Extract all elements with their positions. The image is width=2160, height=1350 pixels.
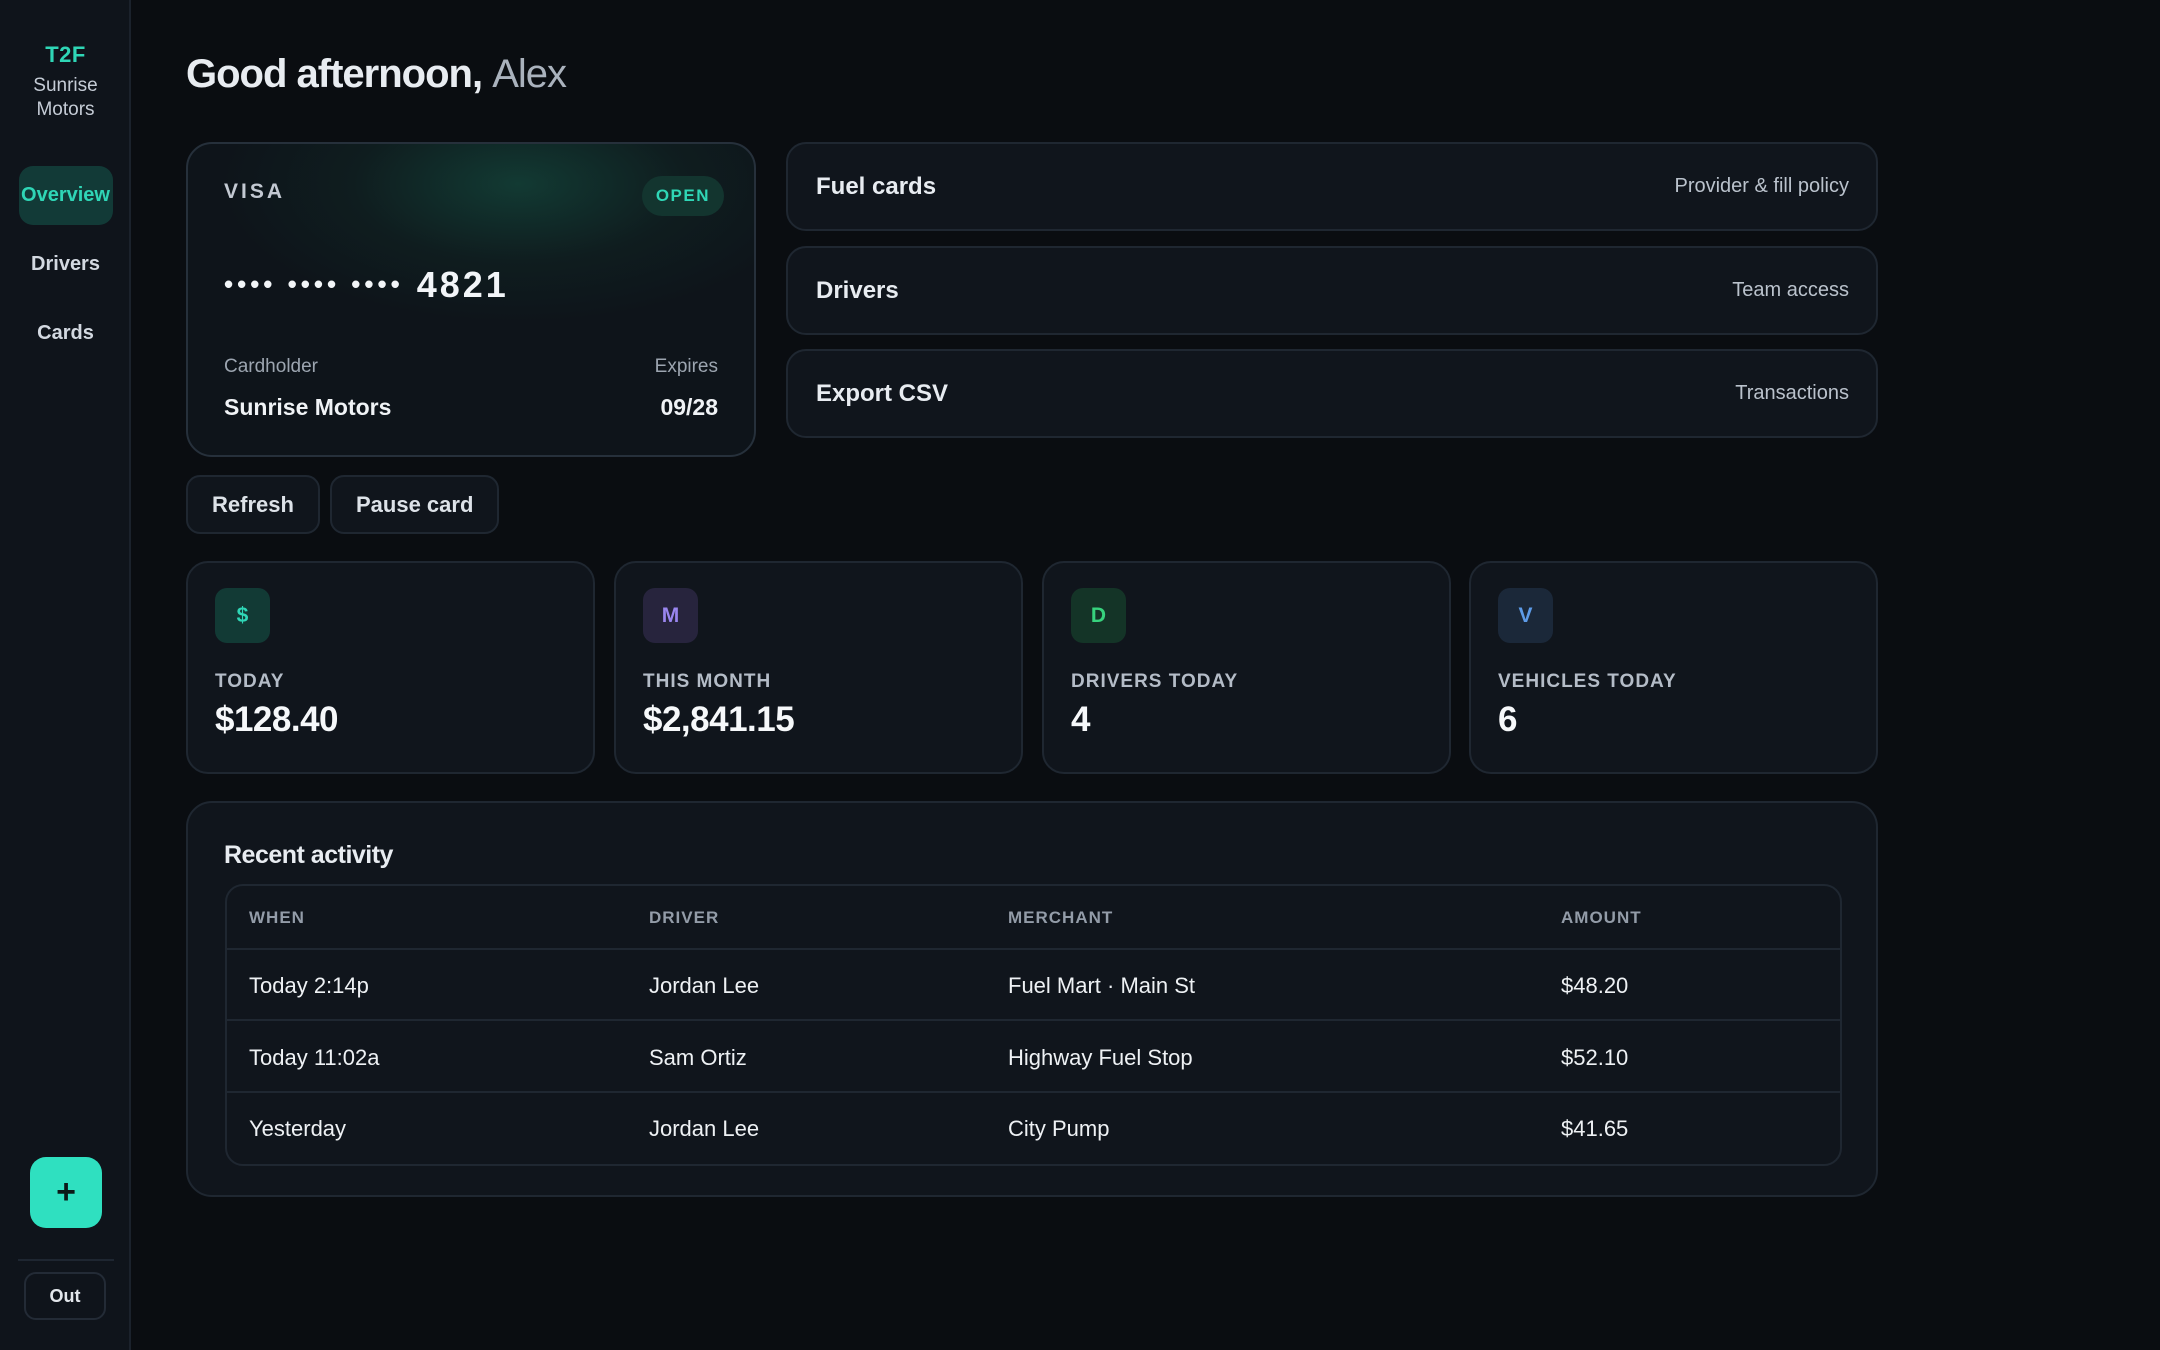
column-header-amount[interactable]: AMOUNT xyxy=(1561,886,1642,950)
cell-driver: Jordan Lee xyxy=(649,973,760,998)
card-number-last4: 4821 xyxy=(416,264,509,305)
stat-label: DRIVERS TODAY xyxy=(1071,671,1239,692)
cell-driver: Jordan Lee xyxy=(649,1116,760,1141)
quick-link-fuel-cards[interactable]: Fuel cards Provider & fill policy xyxy=(786,142,1878,231)
expires-label: Expires xyxy=(654,356,718,377)
quick-link-export-csv[interactable]: Export CSV Transactions xyxy=(786,349,1878,438)
payment-card[interactable]: VISA OPEN •••• •••• •••• 4821 Cardholder… xyxy=(186,142,756,457)
app-root: T2F Sunrise Motors Overview Drivers Card… xyxy=(0,0,2160,1350)
stat-value: $128.40 xyxy=(215,700,339,739)
cell-merchant: Fuel Mart · Main St xyxy=(1008,973,1196,998)
activity-table: WHEN DRIVER MERCHANT AMOUNT Today 2:14p … xyxy=(225,884,1842,1166)
cell-when: Yesterday xyxy=(249,1116,347,1141)
cardholder-name: Sunrise Motors xyxy=(224,394,392,420)
column-header-driver[interactable]: DRIVER xyxy=(649,886,719,950)
cell-merchant: City Pump xyxy=(1008,1116,1110,1141)
cell-when: Today 11:02a xyxy=(249,1045,380,1070)
stat-label: THIS MONTH xyxy=(643,671,772,692)
cell-amount: $52.10 xyxy=(1561,1045,1629,1070)
sidebar-item-drivers[interactable]: Drivers xyxy=(19,235,113,294)
logout-button[interactable]: Out xyxy=(24,1272,106,1320)
stat-label: TODAY xyxy=(215,671,285,692)
column-header-merchant[interactable]: MERCHANT xyxy=(1008,886,1113,950)
greeting-name: Alex xyxy=(492,52,567,96)
stat-value: 4 xyxy=(1071,700,1090,739)
plus-icon: + xyxy=(56,1173,76,1211)
stat-card-today: $ TODAY $128.40 xyxy=(186,561,595,774)
brand: T2F Sunrise Motors xyxy=(0,42,131,122)
pause-card-button[interactable]: Pause card xyxy=(330,475,500,534)
brand-name-line2: Motors xyxy=(36,99,95,120)
table-row[interactable]: Today 2:14p Jordan Lee Fuel Mart · Main … xyxy=(227,950,1840,1021)
brand-name-line1: Sunrise xyxy=(33,75,98,96)
quick-link-title: Fuel cards xyxy=(816,173,937,200)
sidebar-item-cards[interactable]: Cards xyxy=(19,304,113,363)
brand-name: Sunrise Motors xyxy=(0,74,131,122)
greeting-prefix: Good afternoon, xyxy=(186,52,483,96)
card-number-masked: •••• •••• •••• xyxy=(224,269,404,299)
sidebar-item-overview[interactable]: Overview xyxy=(18,166,113,225)
cardholder-label: Cardholder xyxy=(224,356,318,377)
table-row[interactable]: Today 11:02a Sam Ortiz Highway Fuel Stop… xyxy=(227,1022,1840,1093)
recent-activity-title: Recent activity xyxy=(224,841,393,869)
sidebar-nav: Overview Drivers Cards xyxy=(0,166,131,373)
card-status-badge: OPEN xyxy=(641,176,724,216)
quick-link-title: Export CSV xyxy=(816,380,949,407)
quick-link-subtitle: Team access xyxy=(1732,279,1849,301)
brand-logo: T2F xyxy=(45,42,86,67)
cell-when: Today 2:14p xyxy=(249,973,369,998)
stat-card-drivers-today: D DRIVERS TODAY 4 xyxy=(1042,561,1451,774)
vehicle-icon: V xyxy=(1498,588,1553,643)
cell-merchant: Highway Fuel Stop xyxy=(1008,1045,1193,1070)
quick-link-drivers[interactable]: Drivers Team access xyxy=(786,246,1878,335)
stat-card-vehicles-today: V VEHICLES TODAY 6 xyxy=(1469,561,1878,774)
quick-link-title: Drivers xyxy=(816,277,899,304)
cell-amount: $48.20 xyxy=(1561,973,1629,998)
expires-value: 09/28 xyxy=(660,394,718,420)
month-icon: M xyxy=(643,588,698,643)
sidebar-divider xyxy=(18,1259,114,1261)
table-row[interactable]: Yesterday Jordan Lee City Pump $41.65 xyxy=(227,1093,1840,1164)
stat-value: 6 xyxy=(1498,700,1517,739)
recent-activity-panel: Recent activity WHEN DRIVER MERCHANT AMO… xyxy=(186,801,1878,1197)
column-header-when[interactable]: WHEN xyxy=(249,886,305,950)
add-button[interactable]: + xyxy=(30,1157,102,1228)
page-title: Good afternoon, Alex xyxy=(186,52,567,97)
card-number: •••• •••• •••• 4821 xyxy=(224,264,509,306)
stat-card-this-month: M THIS MONTH $2,841.15 xyxy=(614,561,1023,774)
stat-value: $2,841.15 xyxy=(643,700,795,739)
card-network: VISA xyxy=(224,180,286,203)
quick-link-subtitle: Provider & fill policy xyxy=(1674,175,1849,197)
quick-link-subtitle: Transactions xyxy=(1735,382,1849,404)
sidebar: T2F Sunrise Motors Overview Drivers Card… xyxy=(0,0,131,1350)
stat-label: VEHICLES TODAY xyxy=(1498,671,1677,692)
table-header: WHEN DRIVER MERCHANT AMOUNT xyxy=(227,886,1840,950)
refresh-button[interactable]: Refresh xyxy=(186,475,320,534)
cell-amount: $41.65 xyxy=(1561,1116,1629,1141)
dollar-icon: $ xyxy=(215,588,270,643)
driver-icon: D xyxy=(1071,588,1126,643)
cell-driver: Sam Ortiz xyxy=(649,1045,747,1070)
